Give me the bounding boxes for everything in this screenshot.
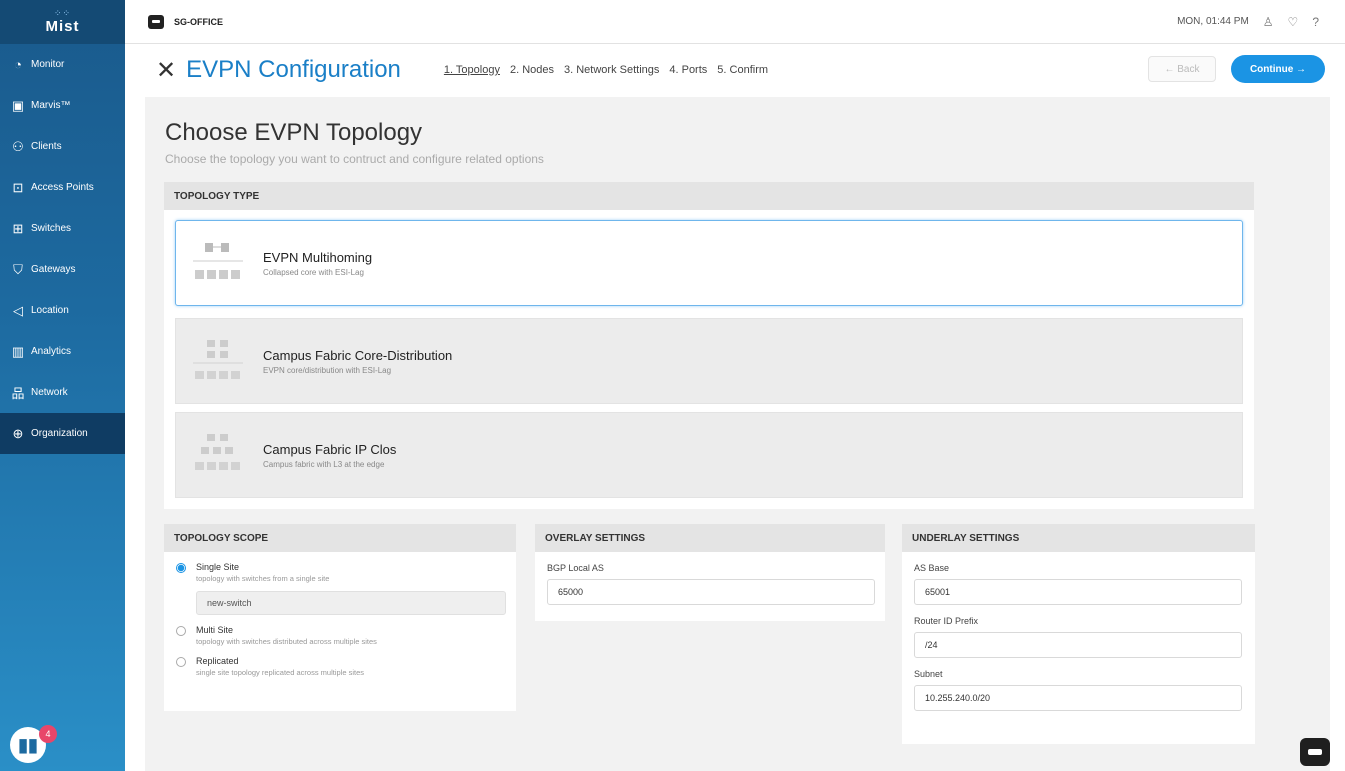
sidebar-item-organization[interactable]: ⊕ Organization xyxy=(0,413,125,454)
sidebar-item-label: Monitor xyxy=(31,59,65,70)
as-base-input[interactable]: 65001 xyxy=(914,579,1242,605)
scope-option-replicated[interactable]: Replicated single site topology replicat… xyxy=(164,656,516,677)
radio-desc: topology with switches distributed acros… xyxy=(196,637,377,646)
sidebar-item-monitor[interactable]: ◔ Monitor xyxy=(0,44,125,85)
ip-clos-diagram-icon xyxy=(193,432,243,478)
top-right-controls: MON, 01:44 PM ♙ ♡ ? xyxy=(1177,15,1319,29)
sidebar-item-label: Access Points xyxy=(31,182,94,193)
access-point-icon: ⊡ xyxy=(12,179,24,195)
panel-header: UNDERLAY SETTINGS xyxy=(902,524,1255,552)
sidebar-item-gateways[interactable]: ⛉ Gateways xyxy=(0,249,125,290)
topology-option-evpn-multihoming[interactable]: EVPN Multihoming Collapsed core with ESI… xyxy=(175,220,1243,306)
radio-desc: topology with switches from a single sit… xyxy=(196,574,330,583)
organization-icon: ⊕ xyxy=(12,425,24,441)
gateway-icon: ⛉ xyxy=(13,261,23,277)
step-confirm[interactable]: 5. Confirm xyxy=(717,64,768,76)
logo-dots: ⁘⁘ xyxy=(53,8,72,18)
topology-desc: EVPN core/distribution with ESI-Lag xyxy=(263,365,392,375)
datetime: MON, 01:44 PM xyxy=(1177,16,1249,27)
panel-header: TOPOLOGY SCOPE xyxy=(164,524,516,552)
monitor-icon: ◔ xyxy=(14,57,22,72)
radio-desc: single site topology replicated across m… xyxy=(196,668,364,677)
sidebar-item-label: Network xyxy=(31,387,68,398)
location-icon: ◁ xyxy=(13,302,23,318)
top-bar: SG-OFFICE MON, 01:44 PM ♙ ♡ ? xyxy=(125,0,1345,44)
radio-button[interactable] xyxy=(176,657,186,667)
topology-option-ip-clos[interactable]: Campus Fabric IP Clos Campus fabric with… xyxy=(175,412,1243,498)
radio-label: Single Site xyxy=(196,562,240,572)
step-topology[interactable]: 1. Topology xyxy=(444,64,500,76)
topology-desc: Collapsed core with ESI-Lag xyxy=(263,267,364,277)
sidebar-item-analytics[interactable]: ▥ Analytics xyxy=(0,331,125,372)
mist-logo[interactable]: ⁘⁘ Mist xyxy=(0,0,125,44)
topology-name: Campus Fabric Core-Distribution xyxy=(263,347,453,363)
user-icon[interactable]: ♙ xyxy=(1263,15,1274,29)
clients-icon: ⚇ xyxy=(12,138,24,154)
section-subtitle: Choose the topology you want to contruct… xyxy=(165,152,544,166)
back-button[interactable]: ← Back xyxy=(1148,56,1216,82)
sidebar-item-marvis[interactable]: ▣ Marvis™ xyxy=(0,85,125,126)
subnet-label: Subnet xyxy=(914,669,943,679)
panel-header: TOPOLOGY TYPE xyxy=(164,182,1254,210)
topology-scope-panel: TOPOLOGY SCOPE Single Site topology with… xyxy=(164,524,516,711)
topology-name: EVPN Multihoming xyxy=(263,249,373,265)
step-ports[interactable]: 4. Ports xyxy=(669,64,707,76)
idea-icon[interactable]: ♡ xyxy=(1288,15,1299,29)
sidebar-item-label: Clients xyxy=(31,141,62,152)
sidebar-item-label: Organization xyxy=(31,428,88,439)
bgp-local-as-label: BGP Local AS xyxy=(547,563,604,573)
sidebar-item-label: Analytics xyxy=(31,346,72,357)
notification-badge: 4 xyxy=(39,725,57,743)
sidebar-item-access-points[interactable]: ⊡ Access Points xyxy=(0,167,125,208)
analytics-icon: ▥ xyxy=(11,343,25,359)
wizard-header: ✕ EVPN Configuration 1. Topology 2. Node… xyxy=(125,44,1345,96)
radio-button[interactable] xyxy=(176,626,186,636)
wizard-steps: 1. Topology 2. Nodes 3. Network Settings… xyxy=(444,64,768,76)
panel-header: OVERLAY SETTINGS xyxy=(535,524,885,552)
radio-label: Multi Site xyxy=(196,625,234,635)
sidebar-item-label: Marvis™ xyxy=(31,100,71,111)
as-base-label: AS Base xyxy=(914,563,950,573)
router-id-prefix-input[interactable]: /24 xyxy=(914,632,1242,658)
continue-button[interactable]: Continue → xyxy=(1231,55,1325,83)
marvis-icon: ▣ xyxy=(11,97,25,113)
topology-desc: Campus fabric with L3 at the edge xyxy=(263,459,385,469)
sidebar-item-label: Location xyxy=(31,305,69,316)
radio-label: Replicated xyxy=(196,656,239,666)
topology-type-panel: TOPOLOGY TYPE EVPN Multihoming Collapsed… xyxy=(164,182,1254,509)
chat-icon[interactable] xyxy=(1300,738,1330,766)
multihoming-diagram-icon xyxy=(193,240,243,286)
sidebar-item-switches[interactable]: ⊞ Switches xyxy=(0,208,125,249)
core-distribution-diagram-icon xyxy=(193,338,243,384)
logo-text: Mist xyxy=(45,18,80,35)
sidebar-item-clients[interactable]: ⚇ Clients xyxy=(0,126,125,167)
subnet-input[interactable]: 10.255.240.0/20 xyxy=(914,685,1242,711)
page-title: EVPN Configuration xyxy=(186,56,401,83)
network-icon: 品 xyxy=(11,386,25,401)
step-network-settings[interactable]: 3. Network Settings xyxy=(564,64,659,76)
topology-name: Campus Fabric IP Clos xyxy=(263,441,397,457)
help-icon[interactable]: ? xyxy=(1312,15,1319,29)
topology-option-core-distribution[interactable]: Campus Fabric Core-Distribution EVPN cor… xyxy=(175,318,1243,404)
radio-button[interactable] xyxy=(176,563,186,573)
scope-option-single-site[interactable]: Single Site topology with switches from … xyxy=(164,562,516,583)
bgp-local-as-input[interactable]: 65000 xyxy=(547,579,875,605)
overlay-settings-panel: OVERLAY SETTINGS BGP Local AS 65000 xyxy=(535,524,885,621)
section-heading: Choose EVPN Topology xyxy=(165,119,423,146)
sidebar-item-location[interactable]: ◁ Location xyxy=(0,290,125,331)
scope-option-multi-site[interactable]: Multi Site topology with switches distri… xyxy=(164,625,516,646)
router-id-prefix-label: Router ID Prefix xyxy=(914,616,979,626)
switch-icon: ⊞ xyxy=(12,220,24,236)
site-select-input[interactable]: new-switch xyxy=(196,591,506,615)
sidebar: ⁘⁘ Mist ◔ Monitor ▣ Marvis™ ⚇ Clients ⊡ … xyxy=(0,0,125,771)
sidebar-item-label: Switches xyxy=(31,223,72,234)
step-nodes[interactable]: 2. Nodes xyxy=(510,64,554,76)
site-selector[interactable]: SG-OFFICE xyxy=(174,17,223,27)
close-icon[interactable]: ✕ xyxy=(156,56,176,85)
underlay-settings-panel: UNDERLAY SETTINGS AS Base 65001 Router I… xyxy=(902,524,1255,744)
main-content: Choose EVPN Topology Choose the topology… xyxy=(145,97,1330,771)
site-icon xyxy=(148,14,164,29)
sidebar-item-label: Gateways xyxy=(31,264,76,275)
sidebar-item-network[interactable]: 品 Network xyxy=(0,372,125,413)
